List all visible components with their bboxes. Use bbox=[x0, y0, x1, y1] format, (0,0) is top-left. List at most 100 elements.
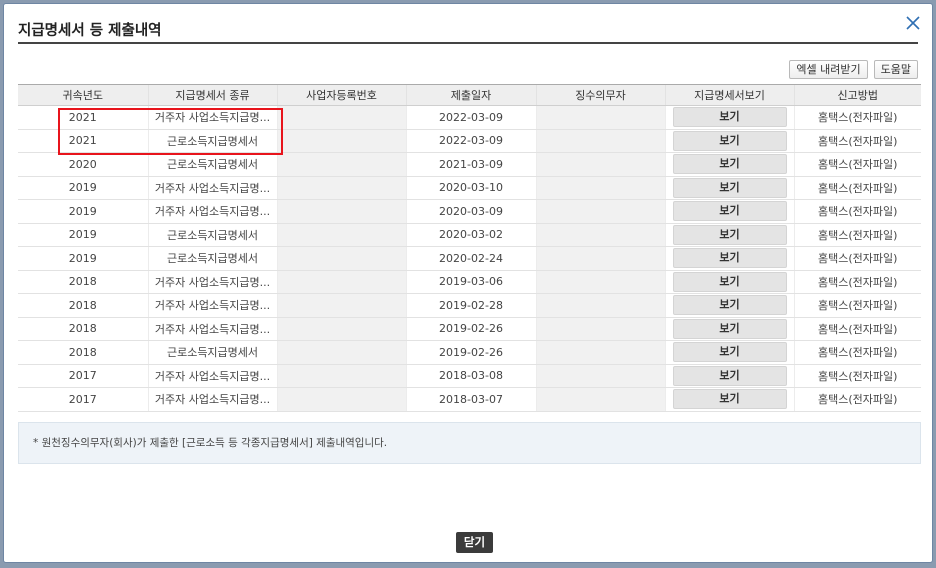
table-row: 2018 거주자 사업소득지급명... 2019-02-28 보기 홈택스(전자파일) bbox=[18, 293, 921, 318]
cell-report-method: 홈택스(전자파일) bbox=[793, 199, 921, 224]
cell-business-number bbox=[276, 270, 406, 294]
help-button[interactable]: 도움말 bbox=[873, 60, 918, 79]
cell-kind: 거주자 사업소득지급명... bbox=[147, 176, 277, 200]
cell-report-method: 홈택스(전자파일) bbox=[793, 105, 921, 130]
info-note: * 원천징수의무자(회사)가 제출한 [근로소득 등 각종지급명세서] 제출내역… bbox=[18, 422, 921, 464]
view-button[interactable]: 보기 bbox=[672, 224, 787, 245]
cell-business-number bbox=[276, 340, 406, 365]
header-kind[interactable]: 지급명세서 종류 bbox=[147, 84, 277, 106]
cell-year: 2019 bbox=[18, 223, 148, 247]
cell-view: 보기 bbox=[664, 246, 794, 271]
cell-business-number bbox=[276, 223, 406, 247]
table-row: 2018 거주자 사업소득지급명... 2019-03-06 보기 홈택스(전자파일) bbox=[18, 270, 921, 294]
table-row: 2021 근로소득지급명세서 2022-03-09 보기 홈택스(전자파일) bbox=[18, 129, 921, 153]
cell-view: 보기 bbox=[664, 387, 794, 412]
cell-submit-date: 2020-03-10 bbox=[405, 176, 536, 200]
cell-report-method: 홈택스(전자파일) bbox=[793, 270, 921, 294]
cell-report-method: 홈택스(전자파일) bbox=[793, 293, 921, 318]
cell-kind: 거주자 사업소득지급명... bbox=[147, 364, 277, 388]
cell-year: 2018 bbox=[18, 270, 148, 294]
excel-download-button[interactable]: 엑셀 내려받기 bbox=[789, 60, 868, 79]
cell-withholding-agent bbox=[535, 176, 665, 200]
table-row: 2020 근로소득지급명세서 2021-03-09 보기 홈택스(전자파일) bbox=[18, 152, 921, 177]
cell-withholding-agent bbox=[535, 199, 665, 224]
view-button[interactable]: 보기 bbox=[672, 130, 787, 151]
cell-business-number bbox=[276, 152, 406, 177]
view-button[interactable]: 보기 bbox=[672, 342, 787, 363]
cell-view: 보기 bbox=[664, 223, 794, 247]
cell-kind: 거주자 사업소득지급명... bbox=[147, 317, 277, 341]
close-icon[interactable] bbox=[904, 14, 922, 32]
table-row: 2019 거주자 사업소득지급명... 2020-03-09 보기 홈택스(전자파일) bbox=[18, 199, 921, 224]
header-year[interactable]: 귀속년도 bbox=[18, 84, 148, 106]
view-button[interactable]: 보기 bbox=[672, 318, 787, 339]
view-button[interactable]: 보기 bbox=[672, 295, 787, 316]
view-button[interactable]: 보기 bbox=[672, 271, 787, 292]
submission-history-dialog: 지급명세서 등 제출내역 엑셀 내려받기 도움말 귀속년도 지급명세서 종류 사… bbox=[3, 3, 933, 563]
close-button[interactable]: 닫기 bbox=[456, 532, 493, 553]
cell-business-number bbox=[276, 129, 406, 153]
cell-view: 보기 bbox=[664, 317, 794, 341]
cell-report-method: 홈택스(전자파일) bbox=[793, 364, 921, 388]
header-business-number[interactable]: 사업자등록번호 bbox=[276, 84, 406, 106]
cell-submit-date: 2020-03-02 bbox=[405, 223, 536, 247]
cell-withholding-agent bbox=[535, 293, 665, 318]
cell-view: 보기 bbox=[664, 176, 794, 200]
header-withholding-agent[interactable]: 징수의무자 bbox=[535, 84, 665, 106]
cell-withholding-agent bbox=[535, 340, 665, 365]
cell-submit-date: 2020-02-24 bbox=[405, 246, 536, 271]
table-row: 2018 근로소득지급명세서 2019-02-26 보기 홈택스(전자파일) bbox=[18, 340, 921, 365]
cell-view: 보기 bbox=[664, 270, 794, 294]
cell-submit-date: 2018-03-07 bbox=[405, 387, 536, 412]
cell-business-number bbox=[276, 293, 406, 318]
header-submit-date[interactable]: 제출일자 bbox=[405, 84, 536, 106]
header-view[interactable]: 지급명세서보기 bbox=[664, 84, 794, 106]
cell-view: 보기 bbox=[664, 293, 794, 318]
cell-withholding-agent bbox=[535, 317, 665, 341]
cell-business-number bbox=[276, 199, 406, 224]
title-divider bbox=[18, 42, 918, 44]
cell-withholding-agent bbox=[535, 246, 665, 271]
header-report-method[interactable]: 신고방법 bbox=[793, 84, 921, 106]
view-button[interactable]: 보기 bbox=[672, 365, 787, 386]
cell-withholding-agent bbox=[535, 387, 665, 412]
cell-view: 보기 bbox=[664, 105, 794, 130]
cell-kind: 근로소득지급명세서 bbox=[147, 152, 277, 177]
cell-year: 2019 bbox=[18, 199, 148, 224]
view-button[interactable]: 보기 bbox=[672, 201, 787, 222]
cell-kind: 근로소득지급명세서 bbox=[147, 340, 277, 365]
table-row: 2017 거주자 사업소득지급명... 2018-03-07 보기 홈택스(전자파일) bbox=[18, 387, 921, 412]
cell-year: 2018 bbox=[18, 340, 148, 365]
cell-business-number bbox=[276, 246, 406, 271]
cell-kind: 거주자 사업소득지급명... bbox=[147, 387, 277, 412]
view-button[interactable]: 보기 bbox=[672, 154, 787, 175]
cell-business-number bbox=[276, 105, 406, 130]
cell-submit-date: 2019-02-26 bbox=[405, 317, 536, 341]
cell-view: 보기 bbox=[664, 199, 794, 224]
cell-business-number bbox=[276, 176, 406, 200]
cell-kind: 근로소득지급명세서 bbox=[147, 246, 277, 271]
cell-business-number bbox=[276, 387, 406, 412]
view-button[interactable]: 보기 bbox=[672, 389, 787, 410]
cell-year: 2018 bbox=[18, 293, 148, 318]
cell-withholding-agent bbox=[535, 152, 665, 177]
cell-submit-date: 2019-03-06 bbox=[405, 270, 536, 294]
cell-submit-date: 2022-03-09 bbox=[405, 129, 536, 153]
table-row: 2019 거주자 사업소득지급명... 2020-03-10 보기 홈택스(전자파일) bbox=[18, 176, 921, 200]
view-button[interactable]: 보기 bbox=[672, 177, 787, 198]
cell-view: 보기 bbox=[664, 364, 794, 388]
cell-withholding-agent bbox=[535, 270, 665, 294]
view-button[interactable]: 보기 bbox=[672, 248, 787, 269]
cell-report-method: 홈택스(전자파일) bbox=[793, 129, 921, 153]
cell-view: 보기 bbox=[664, 129, 794, 153]
dialog-title: 지급명세서 등 제출내역 bbox=[18, 23, 162, 39]
table-header-row: 귀속년도 지급명세서 종류 사업자등록번호 제출일자 징수의무자 지급명세서보기… bbox=[18, 84, 921, 106]
cell-year: 2018 bbox=[18, 317, 148, 341]
cell-year: 2019 bbox=[18, 176, 148, 200]
submission-table: 귀속년도 지급명세서 종류 사업자등록번호 제출일자 징수의무자 지급명세서보기… bbox=[18, 84, 921, 412]
cell-kind: 근로소득지급명세서 bbox=[147, 129, 277, 153]
cell-report-method: 홈택스(전자파일) bbox=[793, 317, 921, 341]
cell-year: 2019 bbox=[18, 246, 148, 271]
cell-submit-date: 2018-03-08 bbox=[405, 364, 536, 388]
view-button[interactable]: 보기 bbox=[672, 107, 787, 128]
